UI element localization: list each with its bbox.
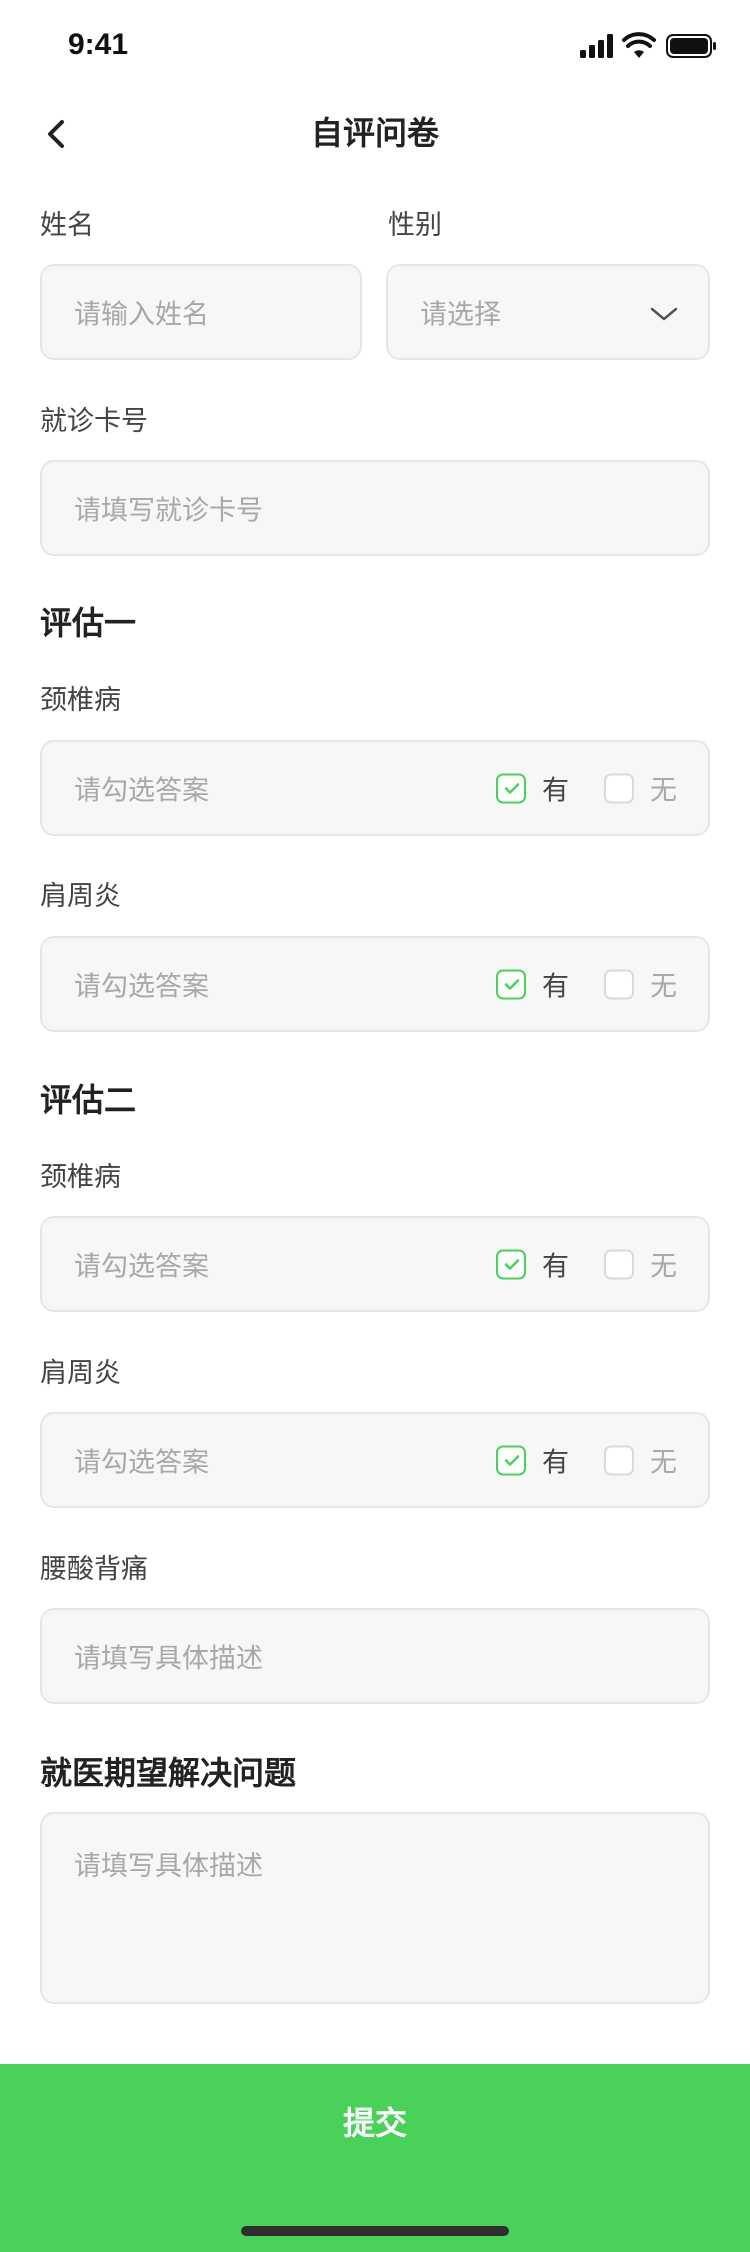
section1-title: 评估一 (40, 604, 137, 642)
gender-placeholder: 请选择 (420, 299, 501, 331)
section2-q2-no-option[interactable]: 无 (604, 1441, 677, 1480)
section2-q1-field: 请勾选答案 有 无 (40, 1216, 710, 1312)
checkbox-unchecked[interactable] (604, 1445, 634, 1475)
section2-q1-yes-option[interactable]: 有 (496, 1245, 569, 1284)
expectation-textarea[interactable]: 请填写具体描述 (40, 1812, 710, 2004)
yes-label: 有 (542, 1447, 569, 1479)
section1-q1-no-option[interactable]: 无 (604, 769, 677, 808)
section2-q2-placeholder: 请勾选答案 (74, 1447, 209, 1479)
gender-select[interactable]: 请选择 (386, 264, 710, 360)
home-indicator (241, 2226, 509, 2236)
section2-q3-input[interactable]: 请填写具体描述 (40, 1608, 710, 1704)
submit-button[interactable]: 提交 (0, 2064, 750, 2252)
checkbox-checked[interactable] (496, 1445, 526, 1475)
section2-q3-label: 腰酸背痛 (40, 1554, 148, 1585)
section2-q1-no-option[interactable]: 无 (604, 1245, 677, 1284)
section2-q1-label: 颈椎病 (40, 1162, 121, 1193)
page-title: 自评问卷 (310, 114, 439, 152)
name-placeholder: 请输入姓名 (74, 299, 209, 331)
section2-q2-field: 请勾选答案 有 无 (40, 1412, 710, 1508)
submit-label: 提交 (342, 2104, 407, 2142)
yes-label: 有 (542, 971, 569, 1003)
name-label: 姓名 (40, 210, 94, 241)
checkbox-unchecked[interactable] (604, 1249, 634, 1279)
checkbox-unchecked[interactable] (604, 969, 634, 999)
check-icon (504, 1258, 520, 1270)
section1-q2-yes-option[interactable]: 有 (496, 965, 569, 1004)
chevron-down-icon (650, 307, 678, 321)
section1-q2-placeholder: 请勾选答案 (74, 971, 209, 1003)
gender-label: 性别 (388, 210, 442, 241)
check-icon (504, 1454, 520, 1466)
wifi-icon (622, 32, 656, 58)
checkbox-checked[interactable] (496, 1249, 526, 1279)
expectation-placeholder: 请填写具体描述 (74, 1851, 263, 1882)
signal-icon (580, 34, 613, 58)
section1-q1-label: 颈椎病 (40, 685, 121, 716)
name-input[interactable]: 请输入姓名 (40, 264, 362, 360)
section2-q3-placeholder: 请填写具体描述 (74, 1643, 263, 1675)
section1-q1-field: 请勾选答案 有 无 (40, 740, 710, 836)
section1-q2-label: 肩周炎 (40, 881, 121, 912)
yes-label: 有 (542, 1251, 569, 1283)
status-time: 9:41 (68, 28, 129, 61)
status-icons (580, 32, 720, 60)
no-label: 无 (650, 1251, 677, 1283)
checkbox-checked[interactable] (496, 969, 526, 999)
card-number-label: 就诊卡号 (40, 406, 148, 437)
section2-title: 评估二 (40, 1081, 137, 1119)
section1-q2-field: 请勾选答案 有 无 (40, 936, 710, 1032)
checkbox-unchecked[interactable] (604, 773, 634, 803)
section2-q2-label: 肩周炎 (40, 1358, 121, 1389)
expectation-title: 就医期望解决问题 (40, 1754, 297, 1792)
checkbox-checked[interactable] (496, 773, 526, 803)
battery-icon (666, 34, 716, 58)
section1-q2-no-option[interactable]: 无 (604, 965, 677, 1004)
no-label: 无 (650, 1447, 677, 1479)
section1-q1-yes-option[interactable]: 有 (496, 769, 569, 808)
check-icon (504, 978, 520, 990)
card-number-input[interactable]: 请填写就诊卡号 (40, 460, 710, 556)
section2-q1-placeholder: 请勾选答案 (74, 1251, 209, 1283)
no-label: 无 (650, 971, 677, 1003)
section1-q1-placeholder: 请勾选答案 (74, 775, 209, 807)
section2-q2-yes-option[interactable]: 有 (496, 1441, 569, 1480)
yes-label: 有 (542, 775, 569, 807)
no-label: 无 (650, 775, 677, 807)
card-number-placeholder: 请填写就诊卡号 (74, 495, 263, 527)
check-icon (504, 782, 520, 794)
